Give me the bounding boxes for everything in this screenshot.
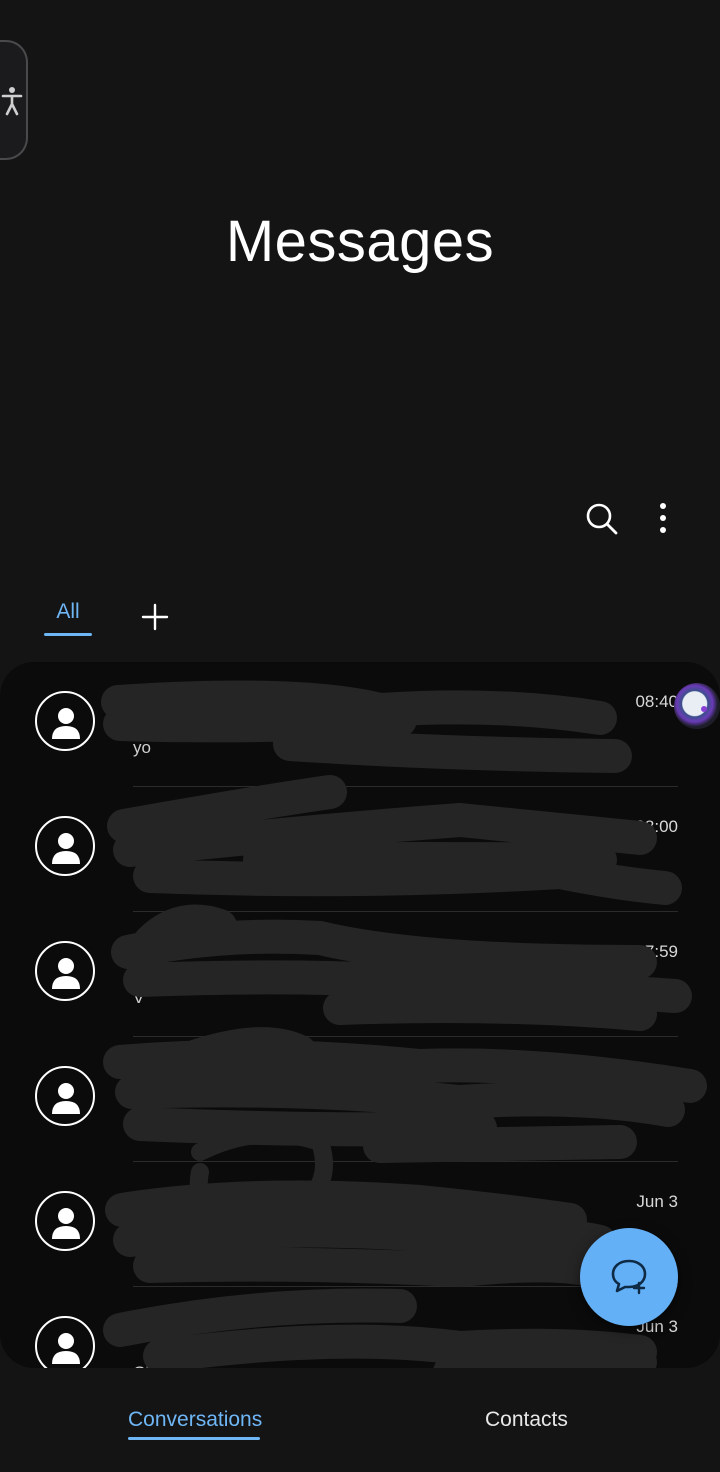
tab-conversations[interactable]: Conversations xyxy=(128,1408,263,1442)
conversation-time: 08:00 xyxy=(635,817,678,836)
conversation-row[interactable]: 08:40 yo xyxy=(0,662,720,787)
conversation-row[interactable]: 07:59 V xyxy=(0,912,720,1037)
bubble-dot xyxy=(701,706,707,712)
conversation-time: Jun 3 xyxy=(636,1192,678,1211)
more-options-button[interactable] xyxy=(643,498,683,538)
messages-screen: Messages All 08:40 yo 08:00 07:59 V Jun … xyxy=(0,0,720,1472)
page-title: Messages xyxy=(225,209,495,274)
person-icon xyxy=(35,816,95,876)
search-button[interactable] xyxy=(581,498,621,538)
tab-contacts[interactable]: Contacts xyxy=(485,1408,575,1442)
conversation-row[interactable]: 08:00 xyxy=(0,787,720,912)
person-icon xyxy=(35,1066,95,1126)
floating-assistant-bubble[interactable] xyxy=(674,683,720,729)
person-icon xyxy=(35,941,95,1001)
plus-icon xyxy=(141,603,169,631)
conversation-snippet: OT xyxy=(133,1363,633,1368)
search-icon xyxy=(586,503,618,535)
conversation-row[interactable]: Jun 3 xyxy=(0,1037,720,1162)
person-icon xyxy=(35,1316,95,1368)
accessibility-handle[interactable] xyxy=(0,40,28,160)
person-icon xyxy=(35,691,95,751)
accessibility-icon xyxy=(1,87,23,116)
conversation-time: Jun 3 xyxy=(636,1067,678,1086)
tab-all-label: All xyxy=(56,600,80,623)
person-icon xyxy=(35,1191,95,1251)
new-message-icon xyxy=(611,1259,647,1295)
conversation-snippet: V xyxy=(133,988,145,1007)
add-category-button[interactable] xyxy=(140,602,170,632)
tab-all-indicator xyxy=(44,633,92,636)
conversation-snippet: yo xyxy=(133,738,151,757)
conversation-time: 08:40 xyxy=(635,692,678,711)
more-vertical-icon xyxy=(660,503,666,533)
tab-conversations-indicator xyxy=(128,1437,260,1440)
conversation-time: 07:59 xyxy=(635,942,678,961)
tab-all[interactable]: All xyxy=(44,600,92,636)
tab-contacts-label: Contacts xyxy=(485,1408,568,1431)
tab-conversations-label: Conversations xyxy=(128,1408,263,1431)
compose-message-button[interactable] xyxy=(580,1228,678,1326)
